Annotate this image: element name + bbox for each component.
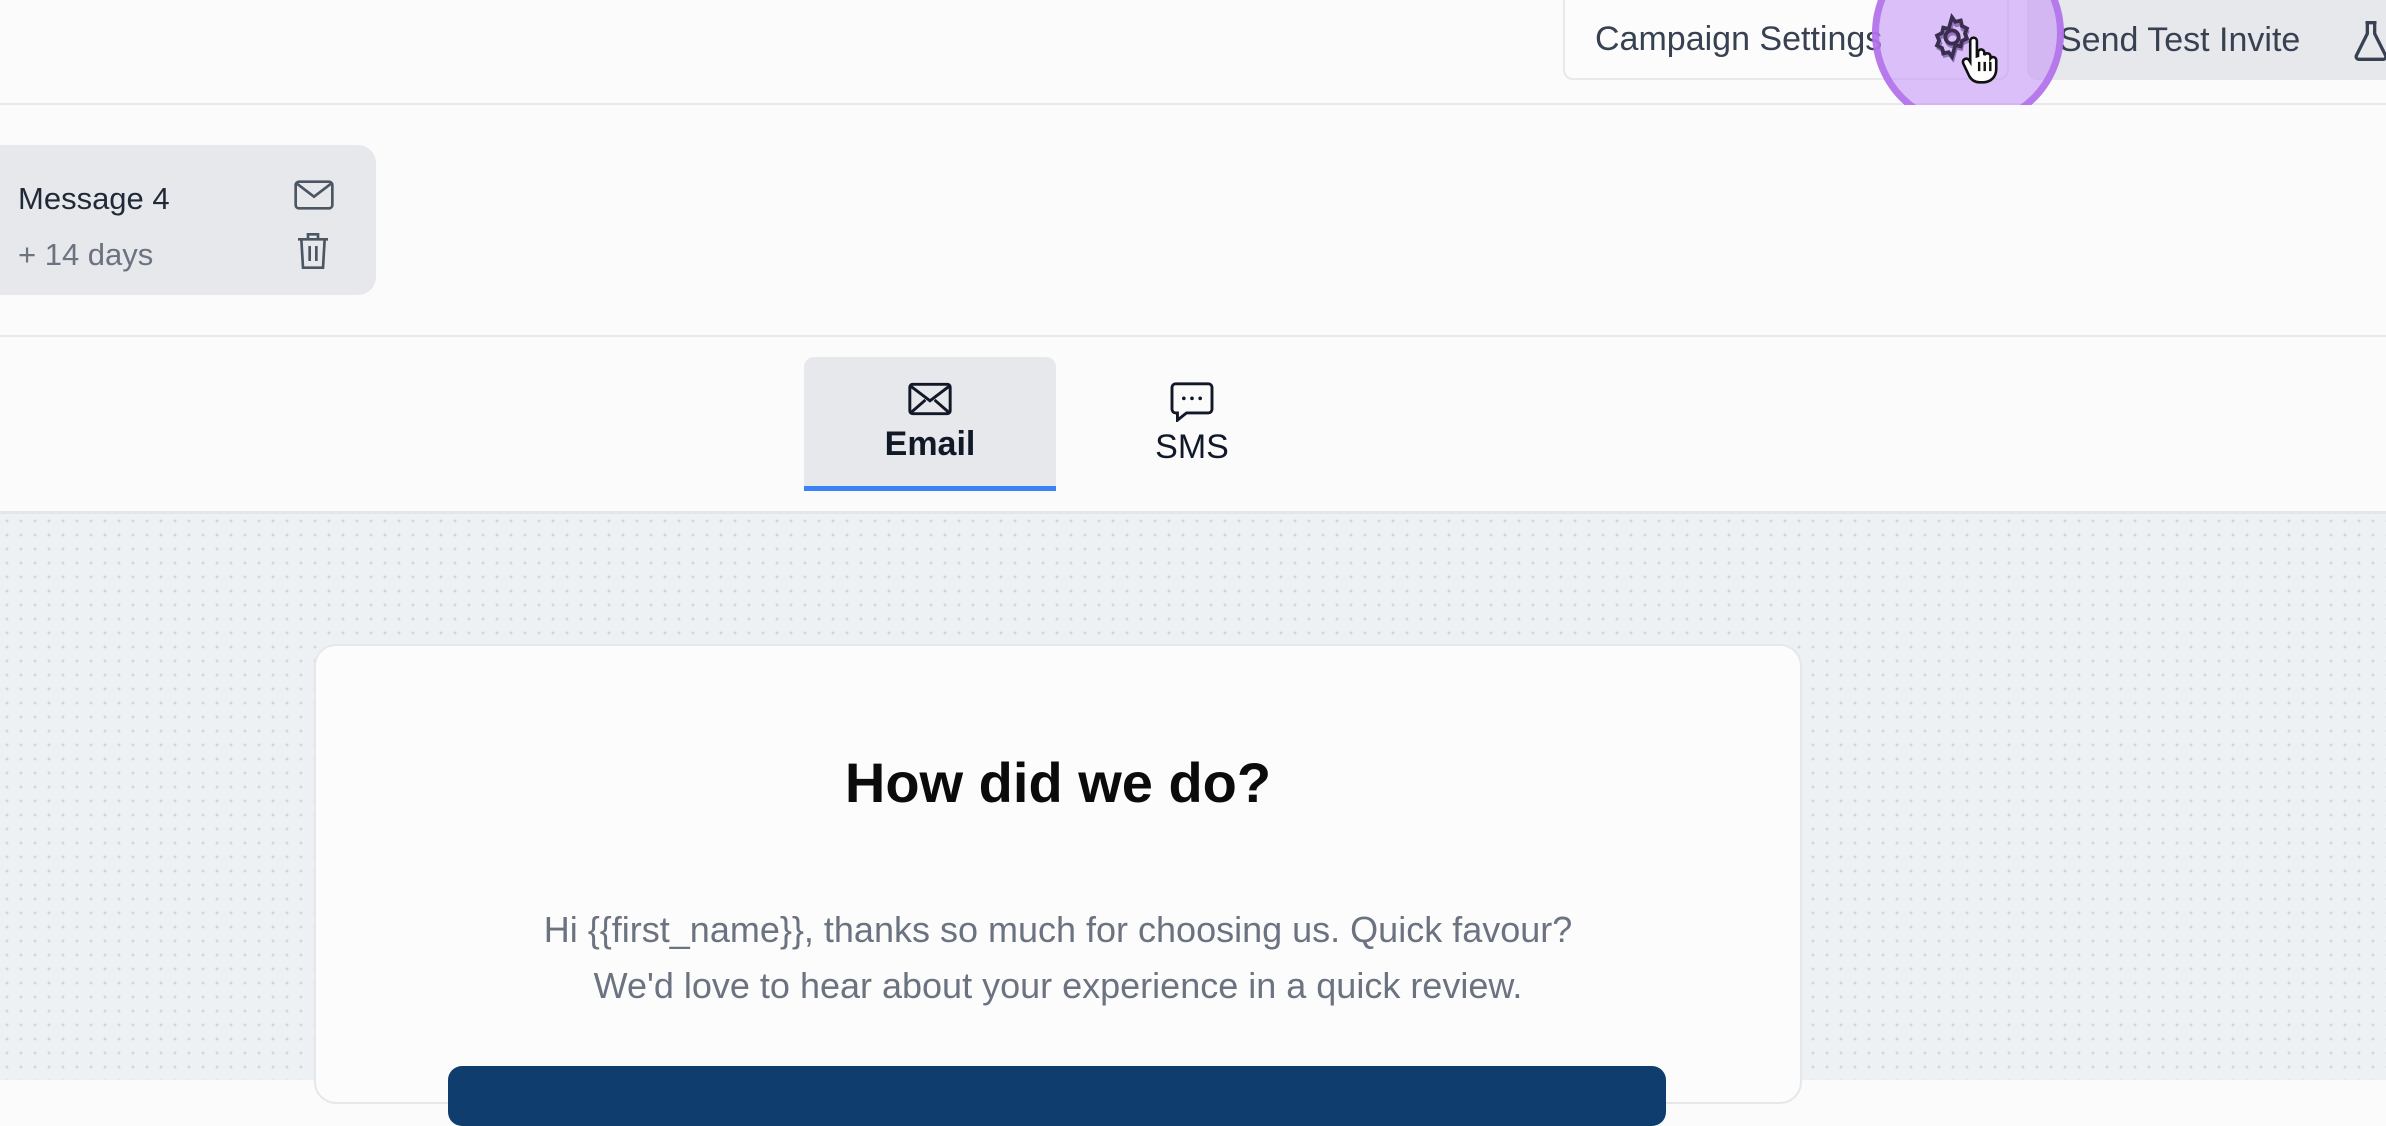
trash-icon[interactable] — [296, 231, 330, 271]
tab-email-label: Email — [884, 425, 976, 463]
channel-tabs: Email SMS — [0, 337, 2386, 514]
hand-pointer-icon — [1961, 36, 1998, 84]
envelope-icon[interactable] — [294, 179, 334, 211]
envelope-icon — [908, 382, 952, 416]
email-heading: How did we do? — [844, 751, 1272, 814]
message-delay: + 14 days — [18, 237, 154, 272]
email-preview-card: How did we do? Hi {{first_name}}, thanks… — [314, 644, 1802, 1126]
tab-sms[interactable]: SMS — [1066, 357, 1318, 491]
send-test-invite-label: Send Test Invite — [2059, 20, 2301, 59]
chat-bubble-icon — [1170, 381, 1214, 422]
campaign-settings-label: Campaign Settings — [1595, 19, 1883, 58]
message-card[interactable]: Message 4 + 14 days — [0, 145, 376, 295]
review-cta-button[interactable] — [448, 1066, 1666, 1126]
tab-email[interactable]: Email — [804, 357, 1056, 491]
message-title: Message 4 — [18, 181, 170, 216]
email-body: Hi {{first_name}}, thanks so much for ch… — [316, 902, 1800, 1014]
email-preview-canvas: How did we do? Hi {{first_name}}, thanks… — [0, 514, 2386, 1126]
flask-icon — [2354, 21, 2386, 61]
message-sequence-bar: Message 4 + 14 days — [0, 105, 2386, 337]
tab-sms-label: SMS — [1155, 427, 1229, 466]
send-test-invite-button[interactable]: Send Test Invite — [2027, 0, 2386, 80]
email-body-line-1: Hi {{first_name}}, thanks so much for ch… — [543, 909, 1573, 950]
email-body-line-2: We'd love to hear about your experience … — [593, 965, 1523, 1006]
